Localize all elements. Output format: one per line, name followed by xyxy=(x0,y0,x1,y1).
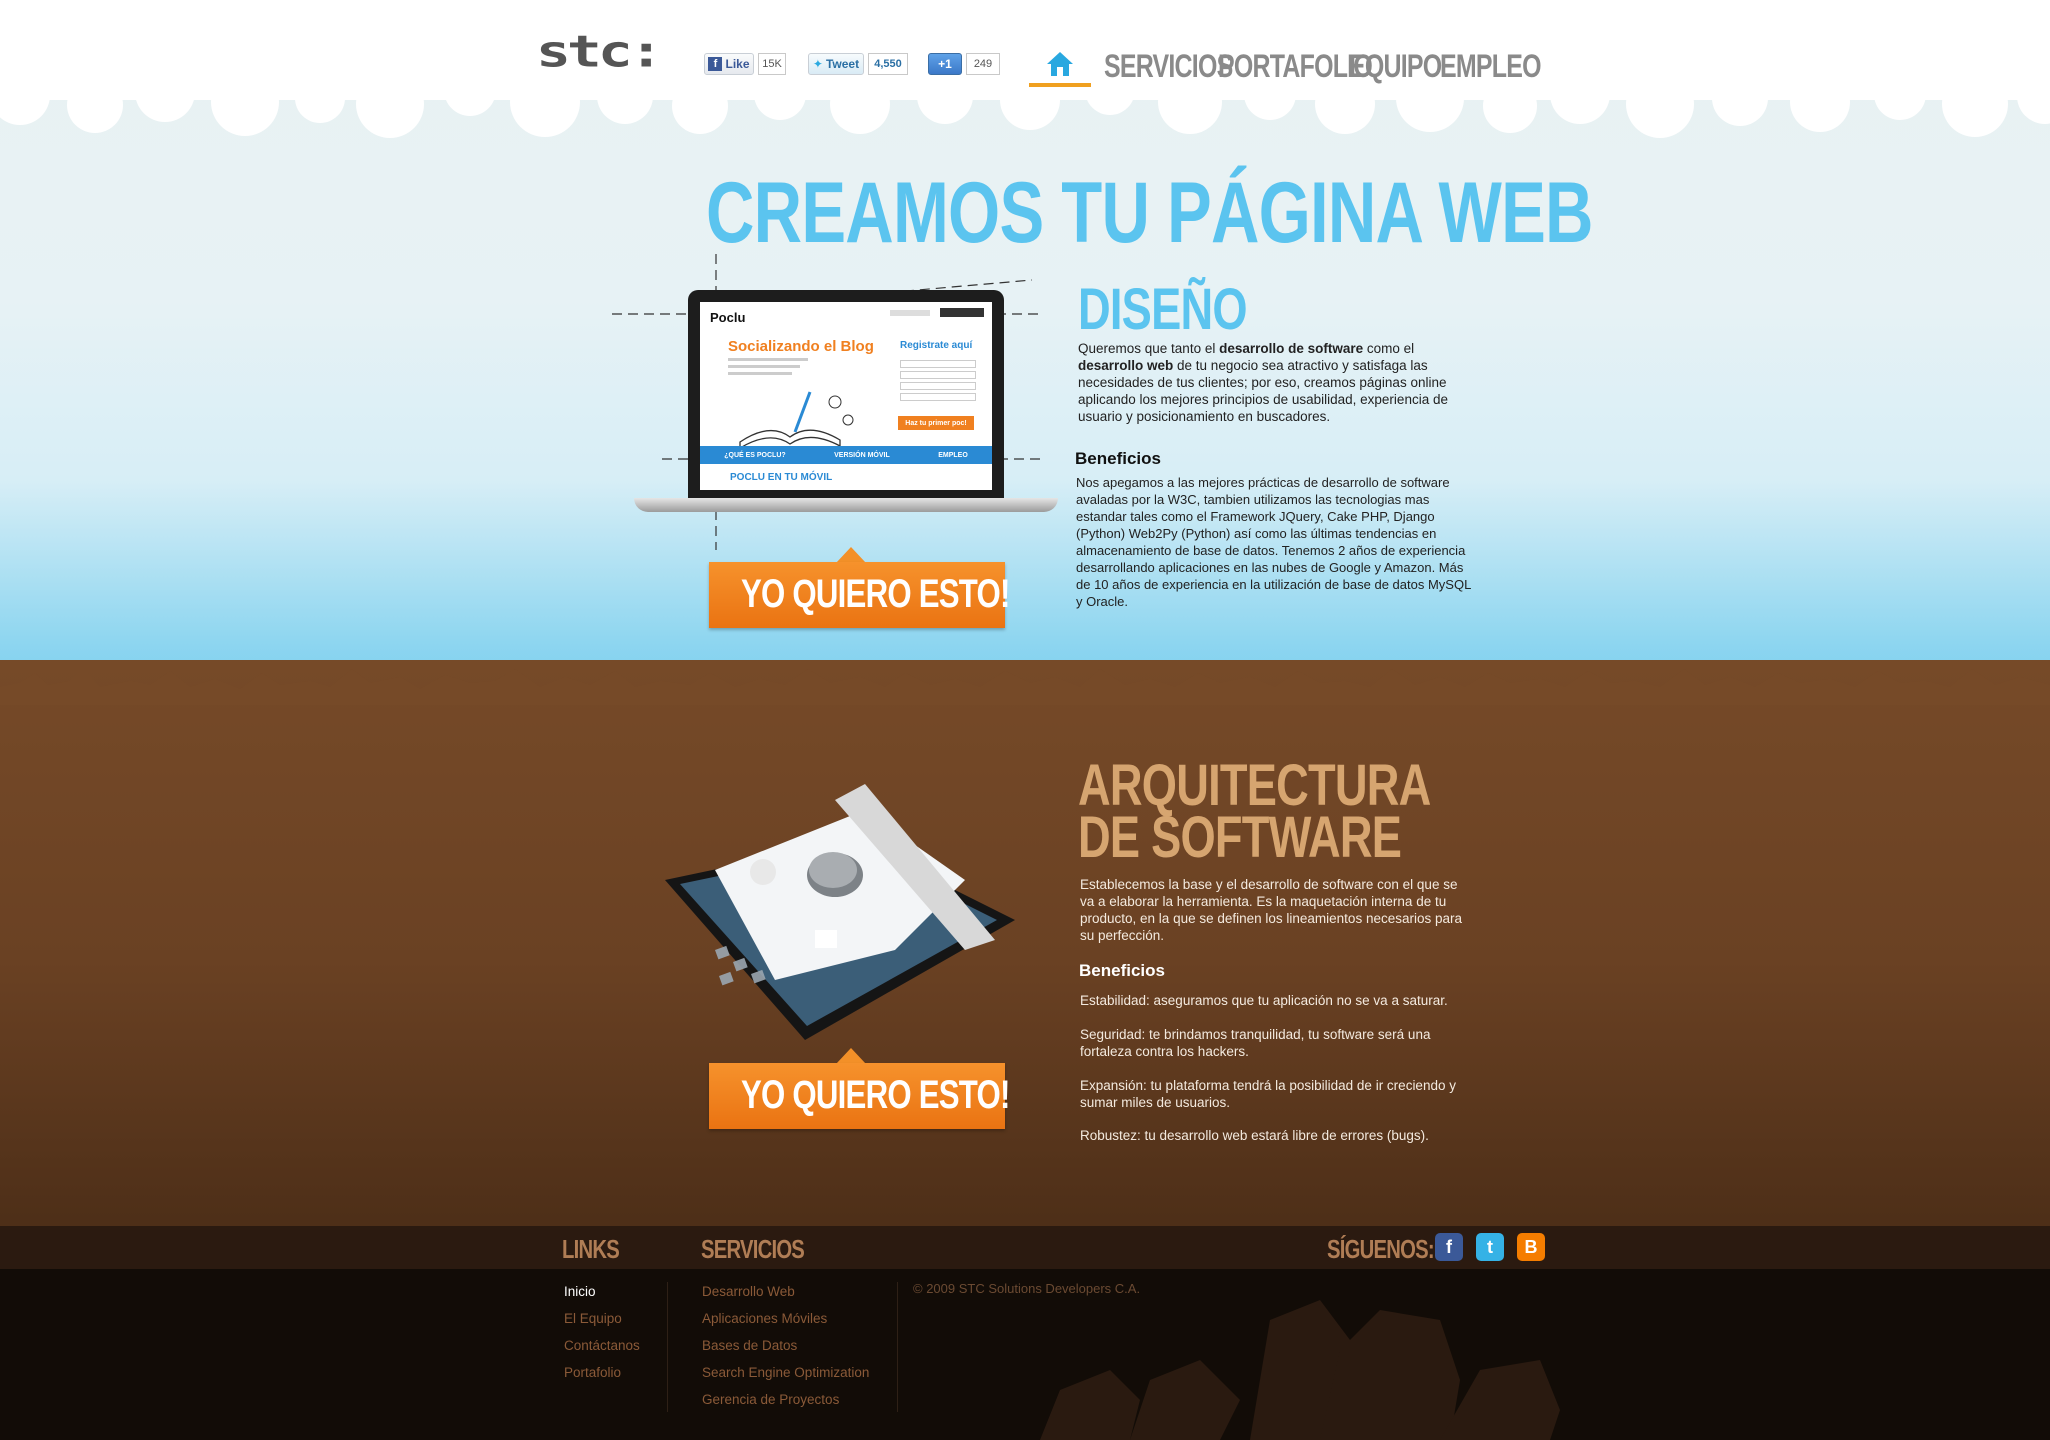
diseno-intro: Queremos que tanto el desarrollo de soft… xyxy=(1078,341,1448,424)
cta-label: YO QUIERO ESTO! xyxy=(741,572,1010,616)
follow-us-title: SÍGUENOS: xyxy=(1327,1234,1435,1264)
benefit-item: Robustez: tu desarrollo web estará libre… xyxy=(1080,1128,1429,1143)
footer-service-gerencia[interactable]: Gerencia de Proyectos xyxy=(702,1392,839,1407)
cta-button-diseno[interactable]: YO QUIERO ESTO! xyxy=(709,562,1010,628)
footer-title-bar xyxy=(0,1226,2050,1269)
footer-service-bases-datos[interactable]: Bases de Datos xyxy=(702,1338,797,1353)
screen-nav-item: VERSIÓN MÓVIL xyxy=(834,451,890,459)
cta-notch xyxy=(836,1048,866,1064)
nav-empleo[interactable]: EMPLEO xyxy=(1440,48,1541,85)
footer-services-title: SERVICIOS xyxy=(701,1234,805,1264)
footer-divider xyxy=(667,1282,668,1412)
facebook-like-button[interactable]: f Like xyxy=(704,53,754,75)
screen-login-button xyxy=(940,308,984,317)
diseno-benefits-title: Beneficios xyxy=(1075,449,1161,468)
screen-mobile-title: POCLU EN TU MÓVIL xyxy=(730,472,833,483)
gplus-widget[interactable]: +1 249 xyxy=(928,53,1000,75)
home-icon xyxy=(1047,52,1073,76)
gplus-count: 249 xyxy=(966,53,1000,75)
screen-cta: Haz tu primer poc! xyxy=(898,416,974,430)
facebook-icon: f xyxy=(708,57,723,71)
footer-link-inicio[interactable]: Inicio xyxy=(564,1284,596,1299)
cloud-border xyxy=(0,80,2050,138)
screen-nav-item: EMPLEO xyxy=(938,451,968,459)
nav-home[interactable] xyxy=(1029,49,1091,89)
nav-equipo[interactable]: EQUIPO xyxy=(1349,48,1442,85)
facebook-icon[interactable]: f xyxy=(1435,1233,1463,1261)
screen-headline: Socializando el Blog xyxy=(728,338,874,355)
benefit-item: Expansión: tu plataforma tendrá la posib… xyxy=(1080,1078,1456,1110)
nav-servicios[interactable]: SERVICIOS xyxy=(1104,48,1233,85)
facebook-like-count: 15K xyxy=(758,53,786,75)
arquitectura-title-line: DE SOFTWARE xyxy=(1078,805,1402,870)
benefit-item: Estabilidad: aseguramos que tu aplicació… xyxy=(1080,993,1448,1008)
footer-link-contactanos[interactable]: Contáctanos xyxy=(564,1338,640,1353)
footer-service-apps-moviles[interactable]: Aplicaciones Móviles xyxy=(702,1311,827,1326)
twitter-bird-icon: ✦ xyxy=(812,57,823,71)
screen-register-title: Registrate aquí xyxy=(900,340,973,351)
poclu-logo: Poclu xyxy=(710,310,746,325)
screen-register-form xyxy=(900,360,976,420)
footer-service-desarrollo-web[interactable]: Desarrollo Web xyxy=(702,1284,795,1299)
tablet-icon xyxy=(665,784,1015,1040)
footer-link-portafolio[interactable]: Portafolio xyxy=(564,1365,621,1380)
diseno-benefits-text: Nos apegamos a las mejores prácticas de … xyxy=(1076,475,1471,609)
laptop-base xyxy=(634,498,1058,512)
blogger-icon[interactable]: B xyxy=(1517,1233,1545,1261)
tweet-button[interactable]: ✦ Tweet xyxy=(808,53,864,75)
arquitectura-benefits-title: Beneficios xyxy=(1079,961,1165,980)
footer-copyright: © 2009 STC Solutions Developers C.A. xyxy=(913,1281,1141,1296)
footer-divider xyxy=(897,1282,898,1412)
earth-background xyxy=(0,660,2050,1230)
diseno-title: DISEÑO xyxy=(1078,277,1248,342)
twitter-icon[interactable]: t xyxy=(1476,1233,1504,1261)
ground-edge xyxy=(0,669,2050,705)
footer-links-title: LINKS xyxy=(562,1234,620,1264)
laptop-illustration: Poclu Socializando el Blog Registrate aq… xyxy=(612,250,1058,550)
footer-link-equipo[interactable]: El Equipo xyxy=(564,1311,622,1326)
screen-nav-item: ¿QUÉ ES POCLU? xyxy=(724,451,786,459)
tweet-count: 4,550 xyxy=(868,53,908,75)
arquitectura-intro: Establecemos la base y el desarrollo de … xyxy=(1080,877,1462,943)
cta-label: YO QUIERO ESTO! xyxy=(741,1073,1010,1117)
screen-nav-links xyxy=(890,310,930,316)
stc-logo[interactable]: stc: xyxy=(536,26,688,80)
arquitectura-title: ARQUITECTURA DE SOFTWARE xyxy=(1078,757,1431,870)
laptop-bezel: Poclu Socializando el Blog Registrate aq… xyxy=(688,290,1004,500)
facebook-like-widget[interactable]: f Like 15K xyxy=(704,53,786,75)
tweet-widget[interactable]: ✦ Tweet 4,550 xyxy=(808,53,908,75)
nav-active-indicator xyxy=(1029,83,1091,87)
laptop-screen: Poclu Socializando el Blog Registrate aq… xyxy=(700,302,992,490)
cta-button-arquitectura[interactable]: YO QUIERO ESTO! xyxy=(709,1063,1010,1129)
gplus-button[interactable]: +1 xyxy=(928,53,962,75)
tablet-blueprint-illustration xyxy=(635,780,1015,1050)
footer-rocks-decoration xyxy=(1040,1300,1560,1440)
book-sketch-icon xyxy=(739,391,854,450)
cta-notch xyxy=(836,547,866,563)
hero-title: CREAMOS TU PÁGINA WEB xyxy=(706,165,1593,261)
footer-service-seo[interactable]: Search Engine Optimization xyxy=(702,1365,869,1380)
benefit-item: Seguridad: te brindamos tranquilidad, tu… xyxy=(1080,1027,1431,1059)
screen-blue-nav: ¿QUÉ ES POCLU? VERSIÓN MÓVIL EMPLEO xyxy=(700,446,992,464)
